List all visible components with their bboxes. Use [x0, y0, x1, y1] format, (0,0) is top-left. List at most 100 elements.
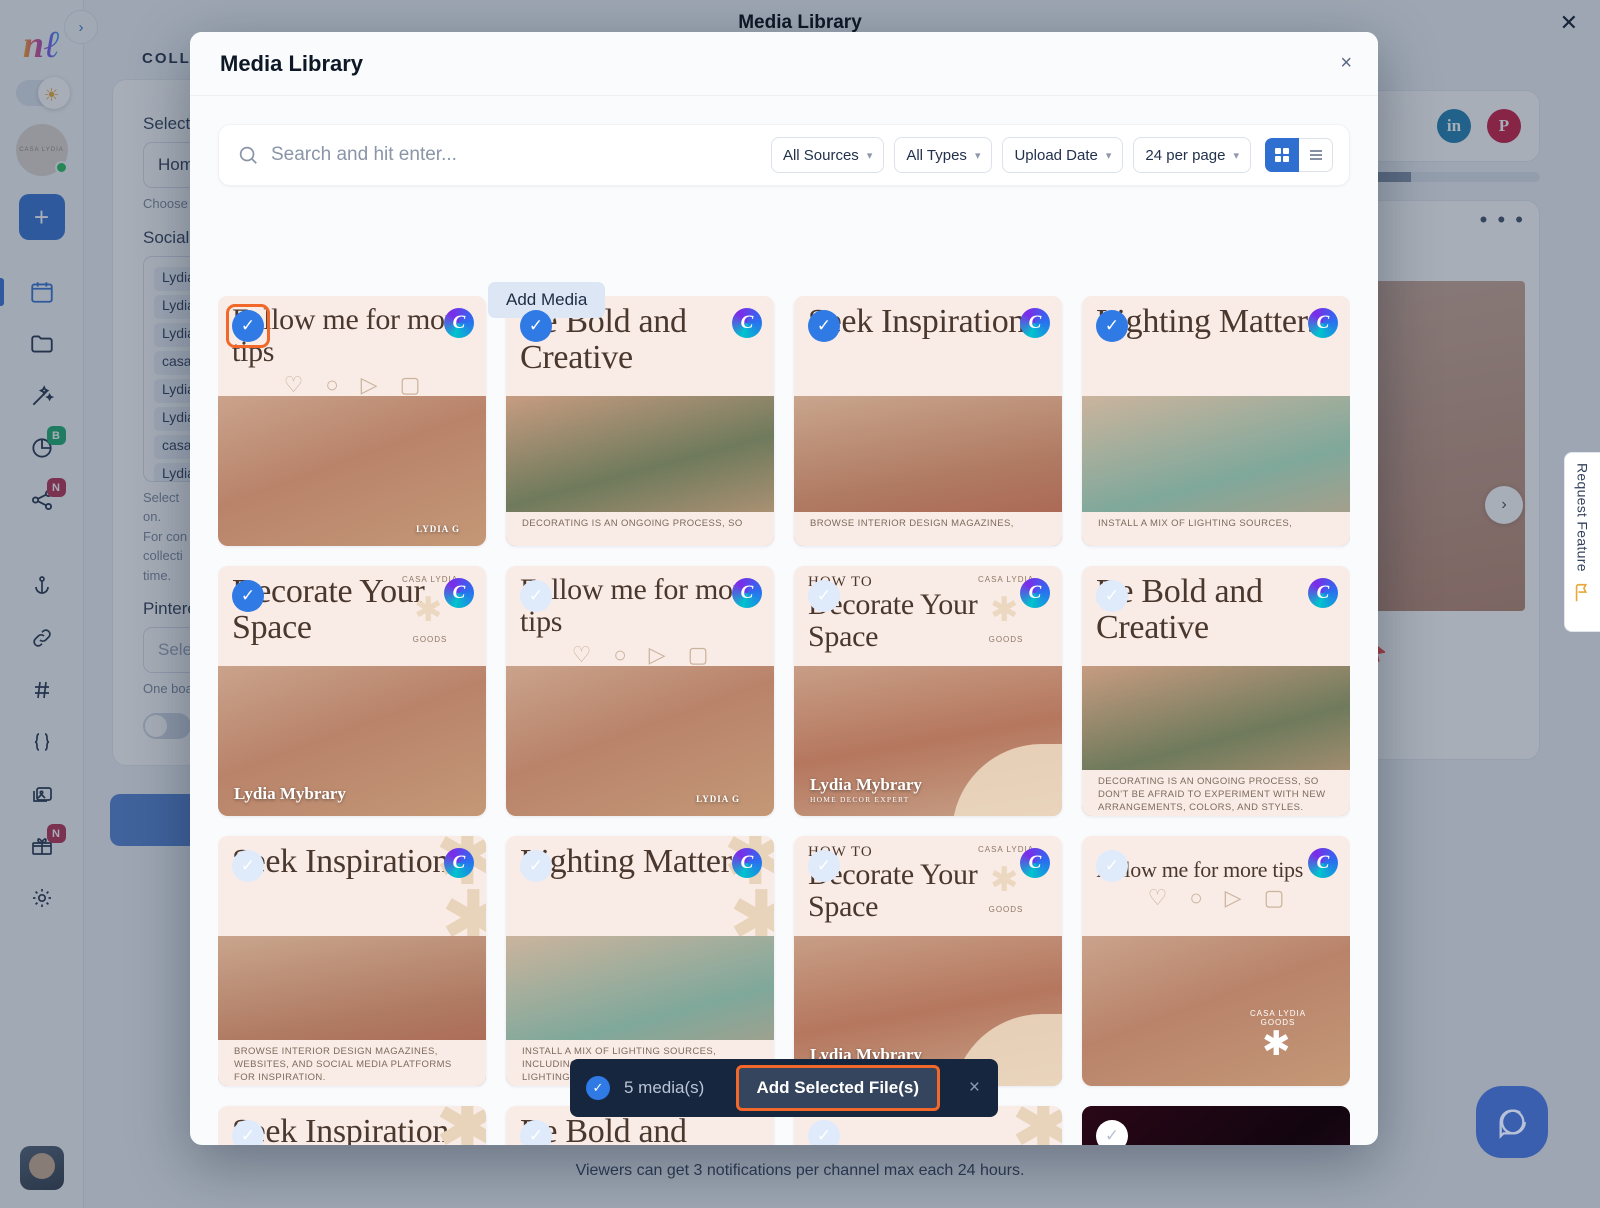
filter-all-sources[interactable]: All Sources ▾ — [770, 137, 885, 173]
comment-icon: ○ — [325, 371, 339, 396]
media-card[interactable]: HOW TO Decorate Your Space ✱ CASA LYDIA GO… — [794, 836, 1062, 1086]
filter-all-types[interactable]: All Types ▾ — [894, 137, 993, 173]
chevron-down-icon: ▾ — [866, 149, 873, 162]
canva-icon: C — [732, 308, 762, 338]
media-checkbox[interactable]: ✓ — [808, 1120, 840, 1145]
media-card[interactable]: ✓ — [1082, 1106, 1350, 1145]
help-chat-button[interactable] — [1476, 1086, 1548, 1158]
media-card[interactable]: HOW TO Decorate Your Space ✱ CASA LYDIA GO… — [794, 566, 1062, 816]
media-title: Follow me for more tips — [520, 573, 756, 638]
media-library-modal: Media Library × All Sources ▾ All Types … — [190, 32, 1378, 1145]
media-toolbar: All Sources ▾ All Types ▾ Upload Date ▾ … — [218, 124, 1350, 186]
send-icon: ▷ — [648, 641, 666, 666]
search-input[interactable] — [271, 144, 761, 166]
media-signature: Lydia Mybrary — [234, 784, 346, 803]
list-view-icon[interactable] — [1299, 138, 1333, 172]
selection-highlight-ring — [226, 304, 270, 348]
social-icons-row: ♡ ○ ▷ ▢ — [520, 642, 760, 666]
media-checkbox[interactable]: ✓ — [232, 1120, 264, 1145]
selection-action-bar: ✓ 5 media(s) Add Selected File(s) × — [570, 1059, 998, 1117]
filter-label: All Sources — [782, 146, 859, 164]
media-checkbox[interactable]: ✓ — [808, 310, 840, 342]
media-checkbox[interactable]: ✓ — [808, 850, 840, 882]
filter-label: 24 per page — [1145, 146, 1226, 164]
media-card[interactable]: Lighting Matters ✱ ✱ INSTALL A MIX OF LI… — [506, 836, 774, 1086]
filter-per-page[interactable]: 24 per page ▾ — [1133, 137, 1251, 173]
media-checkbox[interactable]: ✓ — [232, 580, 264, 612]
media-thumbnail: LYDIA G — [506, 666, 774, 816]
media-card[interactable]: Follow me for more tips ♡ ○ ▷ ▢ LYDIA G ✓ C — [218, 296, 486, 546]
comment-icon: ○ — [613, 641, 627, 666]
media-card[interactable]: Be Bold and Creative DECORATING IS AN ON… — [1082, 566, 1350, 816]
media-caption: DECORATING IS AN ONGOING PROCESS, SO DON… — [1082, 770, 1350, 816]
canva-icon: C — [444, 578, 474, 608]
selection-count: 5 media(s) — [624, 1078, 705, 1097]
heart-icon: ♡ — [571, 641, 592, 666]
media-title: Lighting Matters — [520, 843, 745, 880]
media-checkbox[interactable]: ✓ — [232, 850, 264, 882]
card-header: Lighting Matters ✱ ✱ — [506, 836, 774, 936]
card-header: Decorate Your Space ✱ CASA LYDIA GOODS — [218, 566, 486, 666]
request-feature-label: Request Feature — [1574, 463, 1591, 572]
media-card[interactable]: Lighting Matters INSTALL A MIX OF LIGHTI… — [1082, 296, 1350, 546]
media-card[interactable]: Follow me for more tips ♡ ○ ▷ ▢ ✱ CASA LYDIA… — [1082, 836, 1350, 1086]
window-title: Media Library — [738, 12, 862, 33]
filter-label: All Types — [906, 146, 967, 164]
card-header: Be Bold and Creative — [1082, 566, 1350, 666]
canva-icon: C — [1020, 848, 1050, 878]
media-card[interactable]: Seek Inspiration BROWSE INTERIOR DESIGN … — [794, 296, 1062, 546]
media-title: Follow me for more tips — [1096, 857, 1303, 882]
media-caption: INSTALL A MIX OF LIGHTING SOURCES, — [1082, 512, 1350, 546]
chevron-down-icon: ▾ — [974, 149, 981, 162]
canva-icon: C — [444, 308, 474, 338]
media-signature: Lydia Mybrary HOME DECOR EXPERT — [810, 775, 922, 804]
card-header: Seek Inspiration ✱ ✱ — [218, 836, 486, 936]
media-checkbox[interactable]: ✓ — [1096, 580, 1128, 612]
media-checkbox[interactable]: ✓ — [1096, 1120, 1128, 1145]
dismiss-selection-button[interactable]: × — [969, 1077, 980, 1099]
add-selected-files-button[interactable]: Add Selected File(s) — [735, 1065, 940, 1111]
media-thumbnail: Lydia Mybrary HOME DECOR EXPERT — [794, 666, 1062, 816]
media-checkbox[interactable]: ✓ — [520, 580, 552, 612]
decorative-burst: ✱ — [728, 875, 774, 936]
media-card[interactable]: Seek Inspiration ✱ ✱ BROWSE INTERIOR DES… — [218, 836, 486, 1086]
media-title: Seek Inspiration — [808, 303, 1026, 340]
decorative-burst: ✱ — [440, 875, 486, 936]
media-title: Seek Inspiration — [232, 1113, 450, 1145]
media-checkbox[interactable]: ✓ — [520, 310, 552, 342]
decorative-burst: ✱ — [1011, 1106, 1062, 1145]
media-checkbox[interactable]: ✓ — [520, 1120, 552, 1145]
media-checkbox[interactable]: ✓ — [520, 850, 552, 882]
media-card[interactable]: Be Bold and Creative DECORATING IS AN ON… — [506, 296, 774, 546]
media-checkbox[interactable]: ✓ — [1096, 310, 1128, 342]
media-thumbnail: LYDIA G — [218, 396, 486, 546]
selection-checkbox[interactable]: ✓ — [586, 1076, 610, 1100]
heart-icon: ♡ — [283, 371, 304, 396]
filter-upload-date[interactable]: Upload Date ▾ — [1002, 137, 1124, 173]
search-wrapper — [237, 144, 761, 166]
view-toggle — [1265, 138, 1333, 172]
card-header: HOW TO Decorate Your Space ✱ CASA LYDIA GO… — [794, 836, 1062, 936]
media-checkbox[interactable]: ✓ — [808, 580, 840, 612]
add-media-tooltip: Add Media — [488, 282, 606, 325]
media-title: Be Bold and Creative — [520, 1113, 687, 1145]
comment-icon: ○ — [1189, 885, 1203, 911]
chevron-down-icon: ▾ — [1105, 149, 1112, 162]
grid-view-icon[interactable] — [1265, 138, 1299, 172]
canva-icon: C — [1308, 578, 1338, 608]
filter-label: Upload Date — [1014, 146, 1098, 164]
window-close-button[interactable]: ✕ — [1560, 12, 1578, 34]
media-card[interactable]: Decorate Your Space ✱ CASA LYDIA GOODS Lyd… — [218, 566, 486, 816]
media-grid: Follow me for more tips ♡ ○ ▷ ▢ LYDIA G ✓ C… — [218, 296, 1350, 1145]
chevron-down-icon: ▾ — [1233, 149, 1239, 162]
request-feature-tab[interactable]: Request Feature — [1564, 452, 1600, 632]
modal-close-button[interactable]: × — [1340, 52, 1352, 75]
media-card[interactable]: Follow me for more tips ♡ ○ ▷ ▢ LYDIA G ✓ C — [506, 566, 774, 816]
feature-flag-icon — [1572, 582, 1594, 604]
brand-stamp: LYDIA G — [696, 794, 740, 804]
card-header: Follow me for more tips ♡ ○ ▷ ▢ — [1082, 836, 1350, 936]
media-checkbox[interactable]: ✓ — [1096, 850, 1128, 882]
signature-role: HOME DECOR EXPERT — [810, 795, 910, 804]
signature-name: Lydia Mybrary — [810, 775, 922, 794]
media-card[interactable]: Seek Inspiration ✱ ✓ — [218, 1106, 486, 1145]
